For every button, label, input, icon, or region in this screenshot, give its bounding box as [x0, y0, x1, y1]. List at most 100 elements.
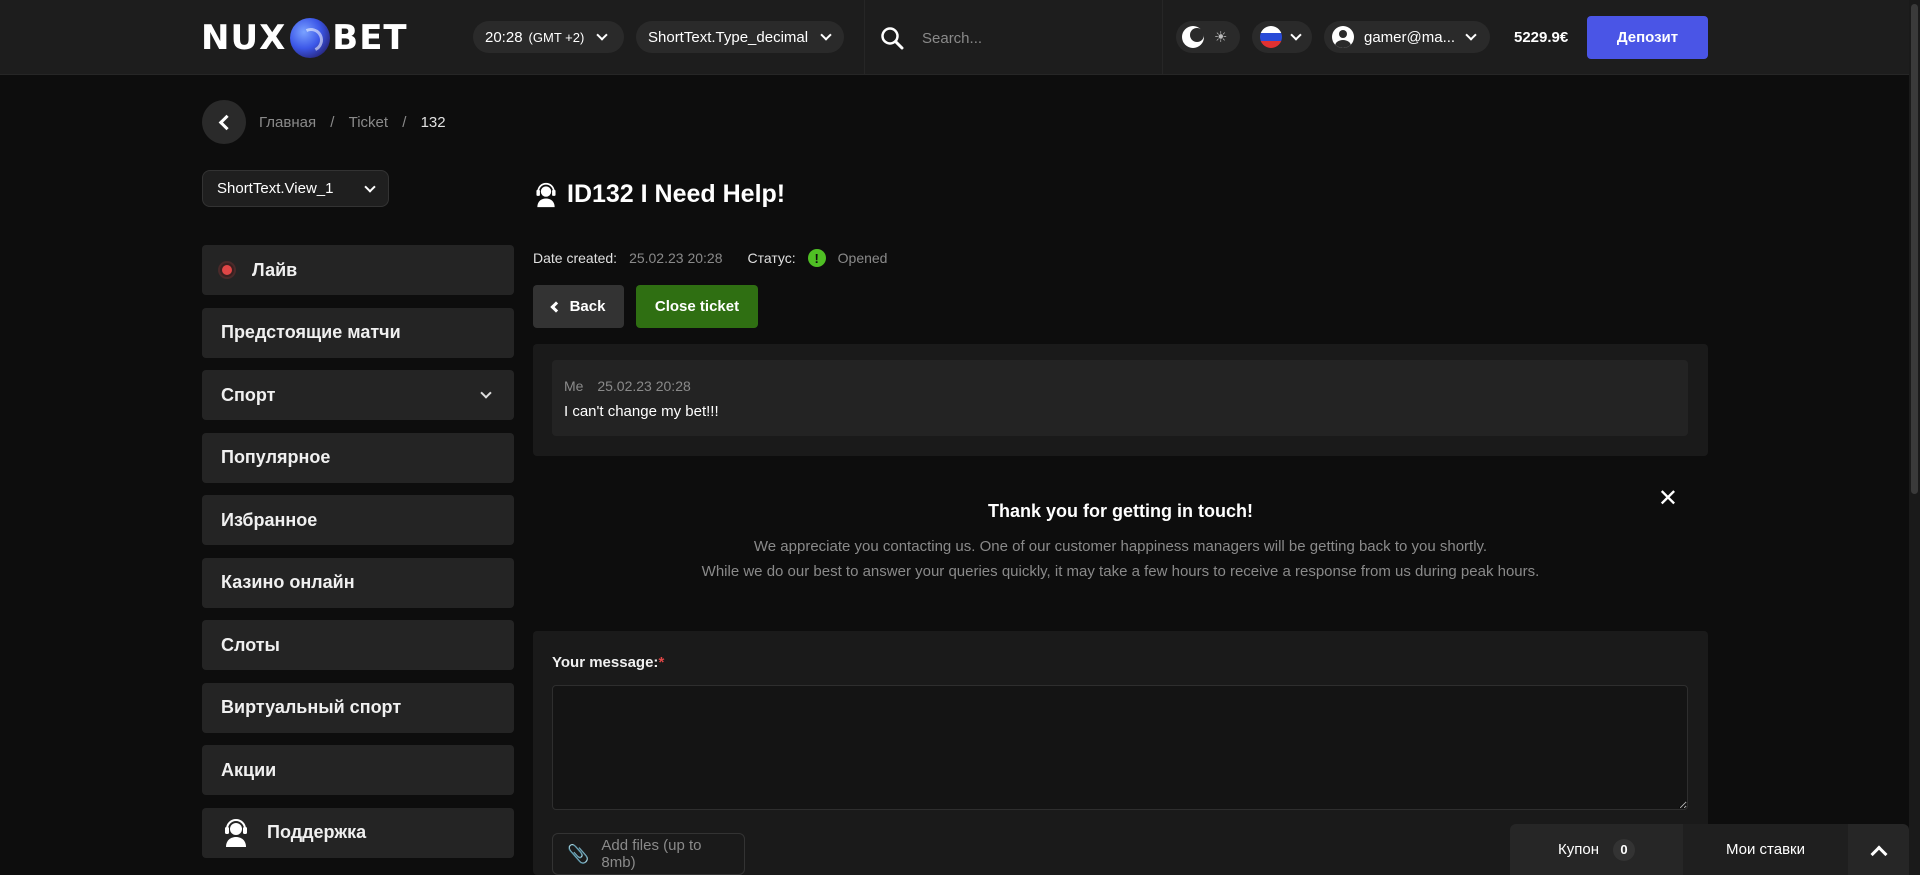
logo[interactable]: NUX BET — [201, 17, 408, 59]
chevron-down-icon — [596, 29, 608, 41]
logo-orb-icon — [290, 18, 331, 58]
scrollbar-thumb[interactable] — [1911, 4, 1918, 494]
breadcrumb-ticket[interactable]: Ticket — [349, 114, 388, 131]
sidebar-item-label: Слоты — [221, 634, 280, 655]
notice-heading: Thank you for getting in touch! — [988, 501, 1253, 521]
status-badge: Opened — [837, 250, 888, 266]
sidebar-item-label: Поддержка — [267, 822, 367, 842]
required-mark: * — [658, 654, 665, 671]
sidebar-item-virtual-sport[interactable]: Виртуальный спорт — [202, 682, 514, 733]
my-bets-tab[interactable]: Мои ставки — [1683, 824, 1848, 875]
theme-toggle[interactable]: ☀ — [1176, 21, 1240, 53]
user-menu[interactable]: gamer@ma... — [1324, 21, 1490, 53]
view-select[interactable]: ShortText.View_1 — [202, 170, 389, 207]
header-divider — [864, 0, 865, 75]
back-circle-button[interactable] — [202, 100, 246, 144]
breadcrumb: Главная / Ticket / 132 — [259, 114, 446, 131]
support-agent-icon — [536, 182, 556, 207]
date-created-label: Date created: — [533, 250, 618, 266]
message-text: I can't change my bet!!! — [564, 403, 719, 420]
ticket-header: ID132 I Need Help! — [533, 180, 785, 209]
timezone-select[interactable]: 20:28 (GMT +2) — [473, 21, 624, 53]
breadcrumb-current: 132 — [420, 114, 446, 131]
sidebar-item-slots[interactable]: Слоты — [202, 620, 514, 670]
sidebar-item-sport[interactable]: Спорт — [202, 370, 514, 420]
sidebar-item-label: Акции — [221, 759, 277, 780]
view-select-label: ShortText.View_1 — [217, 180, 334, 197]
message-item: Me 25.02.23 20:28 I can't change my bet!… — [552, 360, 1688, 436]
search-bar[interactable] — [880, 22, 1160, 54]
search-input[interactable] — [922, 29, 1142, 47]
live-dot-icon — [220, 263, 234, 277]
message-textarea[interactable] — [552, 685, 1688, 810]
sidebar-item-casino[interactable]: Казино онлайн — [202, 557, 514, 608]
clock-time: 20:28 — [485, 28, 523, 46]
sidebar-item-upcoming[interactable]: Предстоящие матчи — [202, 307, 514, 358]
notice-line-2: While we do our best to answer your quer… — [701, 563, 1540, 580]
support-agent-icon — [225, 818, 247, 847]
sidebar-item-promotions[interactable]: Акции — [202, 745, 514, 795]
language-select[interactable] — [1252, 21, 1312, 53]
ticket-meta: Date created: 25.02.23 20:28 Статус: ! O… — [533, 249, 887, 267]
sidebar-item-favorites[interactable]: Избранное — [202, 495, 514, 545]
moon-icon — [1182, 26, 1204, 48]
search-icon — [881, 27, 904, 50]
breadcrumb-home[interactable]: Главная — [259, 114, 316, 131]
close-ticket-button[interactable]: Close ticket — [636, 285, 758, 328]
sidebar-item-label: Избранное — [221, 509, 318, 530]
sidebar-item-label: Лайв — [252, 259, 298, 280]
page-title: ID132 I Need Help! — [567, 180, 786, 208]
balance: 5229.9€ — [1514, 29, 1569, 46]
chevron-down-icon — [1465, 29, 1477, 41]
back-button-label: Back — [569, 298, 606, 315]
back-button[interactable]: Back — [533, 285, 624, 328]
message-author: Me — [564, 378, 584, 394]
sidebar-item-label: Спорт — [221, 384, 276, 405]
chevron-left-icon — [549, 300, 562, 313]
odds-format-select[interactable]: ShortText.Type_decimal — [636, 21, 844, 53]
close-icon[interactable]: ✕ — [1658, 484, 1678, 512]
chevron-down-icon — [1290, 29, 1302, 41]
status-icon: ! — [807, 249, 826, 267]
deposit-button[interactable]: Депозит — [1587, 16, 1708, 59]
expand-button[interactable] — [1848, 824, 1909, 875]
message-field-label: Your message:* — [552, 654, 665, 671]
chevron-down-icon — [364, 180, 376, 193]
sidebar-nav: Лайв Предстоящие матчи Спорт Популярное … — [202, 245, 514, 870]
message-thread: Me 25.02.23 20:28 I can't change my bet!… — [533, 344, 1708, 456]
timezone-label: (GMT +2) — [528, 29, 585, 45]
coupon-label: Купон — [1558, 841, 1599, 858]
notice-line-1: We appreciate you contacting us. One of … — [753, 538, 1488, 555]
attach-files-button[interactable]: 📎 Add files (up to 8mb) — [552, 833, 745, 875]
logo-text-left: NUX — [201, 18, 287, 58]
user-avatar-icon — [1332, 26, 1354, 48]
chevron-down-icon — [820, 29, 832, 41]
sidebar-item-support[interactable]: Поддержка — [202, 807, 514, 858]
attach-files-label: Add files (up to 8mb) — [601, 837, 702, 871]
header-divider — [1162, 0, 1163, 75]
sidebar-item-label: Предстоящие матчи — [221, 322, 401, 342]
chevron-down-icon — [480, 387, 492, 399]
logo-text-right: BET — [332, 18, 408, 58]
coupon-tab[interactable]: Купон 0 — [1510, 824, 1683, 875]
flag-ru-icon — [1260, 26, 1282, 48]
odds-format-label: ShortText.Type_decimal — [648, 28, 809, 46]
user-email: gamer@ma... — [1364, 28, 1456, 46]
sidebar-item-label: Казино онлайн — [221, 572, 355, 592]
page-scrollbar[interactable] — [1909, 0, 1920, 875]
sidebar-item-label: Виртуальный спорт — [221, 697, 402, 717]
thank-you-notice: Thank you for getting in touch! We appre… — [533, 470, 1708, 590]
sidebar-item-live[interactable]: Лайв — [202, 245, 514, 295]
sun-icon: ☀ — [1214, 29, 1228, 46]
sidebar-item-popular[interactable]: Популярное — [202, 432, 514, 483]
coupon-count-badge: 0 — [1613, 838, 1635, 861]
sidebar-item-label: Популярное — [221, 447, 331, 467]
message-time: 25.02.23 20:28 — [597, 378, 691, 394]
top-header: NUX BET 20:28 (GMT +2) ShortText.Type_de… — [0, 0, 1909, 75]
status-label: Статус: — [747, 250, 796, 266]
chevron-up-icon — [1870, 845, 1887, 862]
date-created-value: 25.02.23 20:28 — [629, 250, 723, 266]
message-header: Me 25.02.23 20:28 — [564, 378, 1676, 394]
paperclip-icon: 📎 — [567, 843, 590, 864]
bet-slip-bar: Купон 0 Мои ставки — [1510, 824, 1909, 875]
